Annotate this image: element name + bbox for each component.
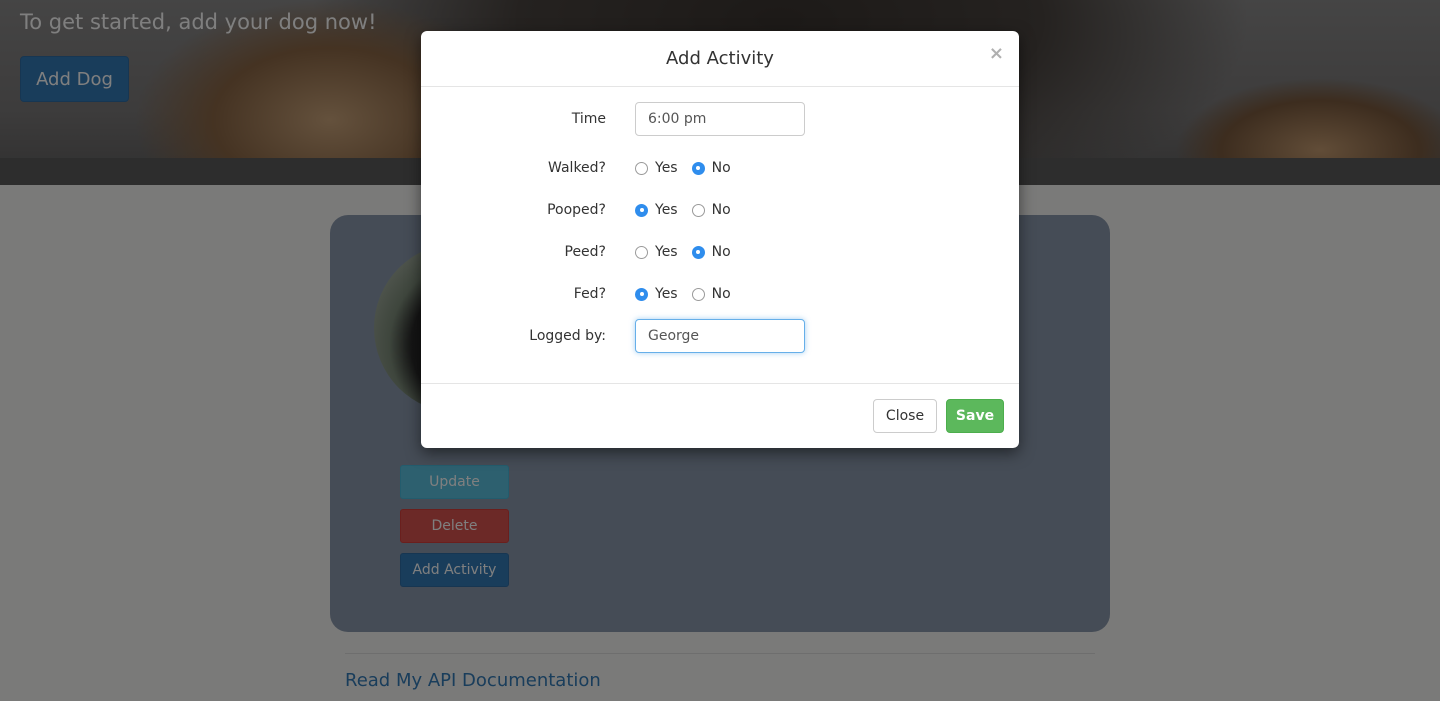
peed-row: Peed? Yes No — [421, 235, 1019, 269]
pooped-radio-group: Yes No — [635, 193, 745, 227]
fed-radio-group: Yes No — [635, 277, 745, 311]
close-icon[interactable]: × — [989, 43, 1004, 64]
pooped-row: Pooped? Yes No — [421, 193, 1019, 227]
fed-no-radio[interactable] — [691, 287, 705, 301]
pooped-no-option[interactable]: No — [691, 202, 731, 218]
walked-yes-radio[interactable] — [635, 161, 648, 175]
fed-label: Fed? — [573, 286, 606, 302]
fed-row: Fed? Yes No — [421, 277, 1019, 311]
walked-no-label: No — [711, 160, 731, 176]
peed-no-option[interactable]: No — [691, 244, 731, 260]
fed-no-label: No — [711, 286, 731, 302]
modal-header: Add Activity × — [421, 31, 1019, 87]
walked-row: Walked? Yes No — [421, 151, 1019, 185]
pooped-label: Pooped? — [547, 202, 606, 218]
peed-yes-option[interactable]: Yes — [635, 244, 678, 260]
walked-yes-label: Yes — [655, 160, 678, 176]
pooped-no-label: No — [711, 202, 731, 218]
peed-radio-group: Yes No — [635, 235, 745, 269]
pooped-yes-label: Yes — [655, 202, 678, 218]
peed-yes-label: Yes — [655, 244, 678, 260]
walked-no-option[interactable]: No — [691, 160, 731, 176]
peed-label: Peed? — [564, 244, 607, 260]
fed-yes-option[interactable]: Yes — [635, 286, 678, 302]
save-button[interactable]: Save — [946, 399, 1004, 433]
pooped-no-radio[interactable] — [691, 203, 705, 217]
time-row: Time 6:00 pm — [421, 102, 1019, 136]
fed-no-option[interactable]: No — [691, 286, 731, 302]
fed-yes-radio[interactable] — [635, 287, 648, 301]
logged-by-input[interactable]: George — [635, 319, 805, 353]
modal-footer: Close Save — [421, 383, 1019, 448]
walked-yes-option[interactable]: Yes — [635, 160, 678, 176]
time-label: Time — [571, 111, 606, 127]
time-input[interactable]: 6:00 pm — [635, 102, 805, 136]
walked-label: Walked? — [548, 160, 606, 176]
logged-by-row: Logged by: George — [421, 319, 1019, 353]
peed-no-radio[interactable] — [691, 245, 705, 259]
close-button[interactable]: Close — [873, 399, 937, 433]
pooped-yes-radio[interactable] — [635, 203, 648, 217]
peed-yes-radio[interactable] — [635, 245, 648, 259]
walked-radio-group: Yes No — [635, 151, 745, 185]
logged-by-label: Logged by: — [529, 328, 606, 344]
peed-no-label: No — [711, 244, 731, 260]
modal-title: Add Activity — [666, 48, 774, 69]
walked-no-radio[interactable] — [691, 161, 705, 175]
add-activity-modal: Add Activity × Time 6:00 pm Walked? Yes … — [421, 31, 1019, 448]
fed-yes-label: Yes — [655, 286, 678, 302]
pooped-yes-option[interactable]: Yes — [635, 202, 678, 218]
